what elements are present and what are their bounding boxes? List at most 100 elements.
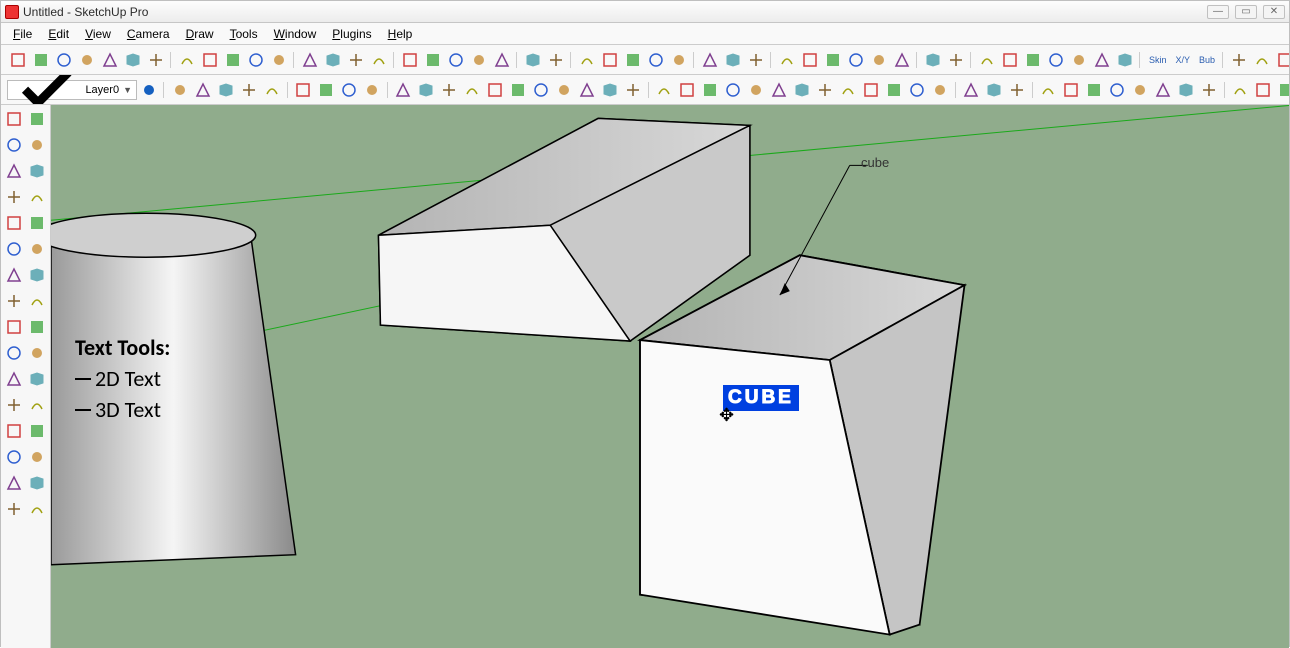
menu-file[interactable]: File — [5, 25, 40, 43]
toolbar-poly1[interactable] — [576, 79, 598, 101]
toolbar-plane-g[interactable] — [1198, 79, 1220, 101]
toolbar-copy[interactable] — [645, 49, 667, 71]
menu-camera[interactable]: Camera — [119, 25, 178, 43]
minimize-button[interactable]: — — [1207, 5, 1229, 19]
toolbar-arc[interactable] — [322, 49, 344, 71]
tool-3d-text[interactable] — [27, 367, 49, 391]
toolbar-align-j[interactable] — [883, 79, 905, 101]
layer-dropdown[interactable]: Layer0 ▼ — [7, 80, 137, 100]
toolbar-align-i[interactable] — [860, 79, 882, 101]
leader-text[interactable]: cube — [861, 155, 889, 170]
tool-select-arrow[interactable] — [3, 107, 25, 131]
viewport[interactable]: cube CUBE ✥ Text Tools: 2D Text 3D Text — [51, 105, 1289, 648]
tool-pencil[interactable] — [3, 133, 25, 157]
tool-scale-red[interactable] — [27, 289, 49, 313]
toolbar-globe[interactable] — [622, 79, 644, 101]
toolbar-fence[interactable] — [1037, 79, 1059, 101]
toolbar-section-d[interactable] — [845, 49, 867, 71]
toolbar-iso[interactable] — [176, 49, 198, 71]
tool-move-red[interactable] — [3, 263, 25, 287]
toolbar-align-d[interactable] — [745, 79, 767, 101]
toolbar-eye[interactable] — [922, 49, 944, 71]
toolbar-cube-shaded[interactable] — [99, 49, 121, 71]
menu-help[interactable]: Help — [380, 25, 421, 43]
toolbar-align-m[interactable] — [960, 79, 982, 101]
toolbar-cube-solid[interactable] — [122, 49, 144, 71]
toolbar-text-xy[interactable]: X/Y — [1172, 49, 1195, 71]
tool-rectangle[interactable] — [3, 159, 25, 183]
toolbar-align-g[interactable] — [814, 79, 836, 101]
toolbar-hatch-c[interactable] — [1022, 49, 1044, 71]
toolbar-align-a[interactable] — [676, 79, 698, 101]
tool-wave[interactable] — [27, 185, 49, 209]
menu-tools[interactable]: Tools — [222, 25, 266, 43]
tool-push-pull[interactable] — [3, 237, 25, 261]
tool-follow-me-red[interactable] — [27, 237, 49, 261]
toolbar-axes2[interactable] — [315, 79, 337, 101]
tool-prev-view[interactable] — [27, 445, 49, 469]
menu-edit[interactable]: Edit — [40, 25, 77, 43]
menu-draw[interactable]: Draw — [178, 25, 222, 43]
toolbar-extrude[interactable] — [399, 49, 421, 71]
tool-zoom-extents2[interactable] — [3, 445, 25, 469]
toolbar-top[interactable] — [199, 49, 221, 71]
tool-rotate-red[interactable] — [27, 263, 49, 287]
toolbar-rotate[interactable] — [576, 49, 598, 71]
tool-circle[interactable] — [3, 185, 25, 209]
toolbar-stop[interactable] — [1228, 49, 1250, 71]
toolbar-m-yellow[interactable] — [392, 79, 414, 101]
toolbar-text-bub[interactable]: Bub — [1195, 49, 1219, 71]
tool-walk[interactable] — [3, 471, 25, 495]
toolbar-line[interactable] — [522, 49, 544, 71]
toolbar-r-blue[interactable] — [438, 79, 460, 101]
toolbar-dim[interactable] — [361, 79, 383, 101]
tool-section[interactable] — [27, 497, 49, 521]
tool-offset[interactable] — [3, 289, 25, 313]
toolbar-plane-h[interactable] — [1229, 79, 1251, 101]
toolbar-axes[interactable] — [745, 49, 767, 71]
toolbar-align-c[interactable] — [722, 79, 744, 101]
toolbar-hatch-g[interactable] — [1114, 49, 1136, 71]
toolbar-bb-blue[interactable] — [484, 79, 506, 101]
toolbar-section-a[interactable] — [776, 49, 798, 71]
toolbar-arrow-green[interactable] — [415, 79, 437, 101]
toolbar-move[interactable] — [622, 49, 644, 71]
toolbar-cube-sub[interactable] — [238, 79, 260, 101]
toolbar-cube-wire[interactable] — [76, 49, 98, 71]
toolbar-text-skin[interactable]: Skin — [1145, 49, 1171, 71]
toolbar-side[interactable] — [245, 49, 267, 71]
toolbar-persp[interactable] — [268, 49, 290, 71]
toolbar-align-e[interactable] — [768, 79, 790, 101]
toolbar-cube-dashed[interactable] — [145, 49, 167, 71]
toolbar-circle-arcs[interactable] — [299, 49, 321, 71]
toolbar-extrude-curve[interactable] — [422, 49, 444, 71]
toolbar-hatch-b[interactable] — [999, 49, 1021, 71]
toolbar-align-l[interactable] — [929, 79, 951, 101]
toolbar-plane-d[interactable] — [1129, 79, 1151, 101]
toolbar-cyl-color[interactable] — [1275, 79, 1289, 101]
toolbar-poly2[interactable] — [599, 79, 621, 101]
toolbar-scale[interactable] — [599, 49, 621, 71]
tool-freehand-red[interactable] — [27, 159, 49, 183]
tool-protractor2[interactable] — [3, 341, 25, 365]
toolbar-align-b[interactable] — [699, 79, 721, 101]
close-button[interactable]: ✕ — [1263, 5, 1285, 19]
toolbar-cube-add[interactable] — [215, 79, 237, 101]
text3d-object[interactable]: CUBE — [723, 385, 799, 411]
tool-dimension[interactable] — [27, 315, 49, 339]
tool-zoom-window[interactable] — [27, 419, 49, 443]
toolbar-stop-rec[interactable] — [1274, 49, 1289, 71]
toolbar-section-e[interactable] — [868, 49, 890, 71]
maximize-button[interactable]: ▭ — [1235, 5, 1257, 19]
toolbar-tape[interactable] — [699, 49, 721, 71]
tool-orbit2[interactable] — [3, 393, 25, 417]
menu-view[interactable]: View — [77, 25, 119, 43]
toolbar-front[interactable] — [222, 49, 244, 71]
tool-paint-bucket[interactable] — [27, 107, 49, 131]
toolbar-plane-b[interactable] — [1083, 79, 1105, 101]
toolbar-hatch-d[interactable] — [1045, 49, 1067, 71]
toolbar-plane-a[interactable] — [1060, 79, 1082, 101]
toolbar-sweep2[interactable] — [491, 49, 513, 71]
toolbar-loft[interactable] — [445, 49, 467, 71]
toolbar-play[interactable] — [1251, 49, 1273, 71]
